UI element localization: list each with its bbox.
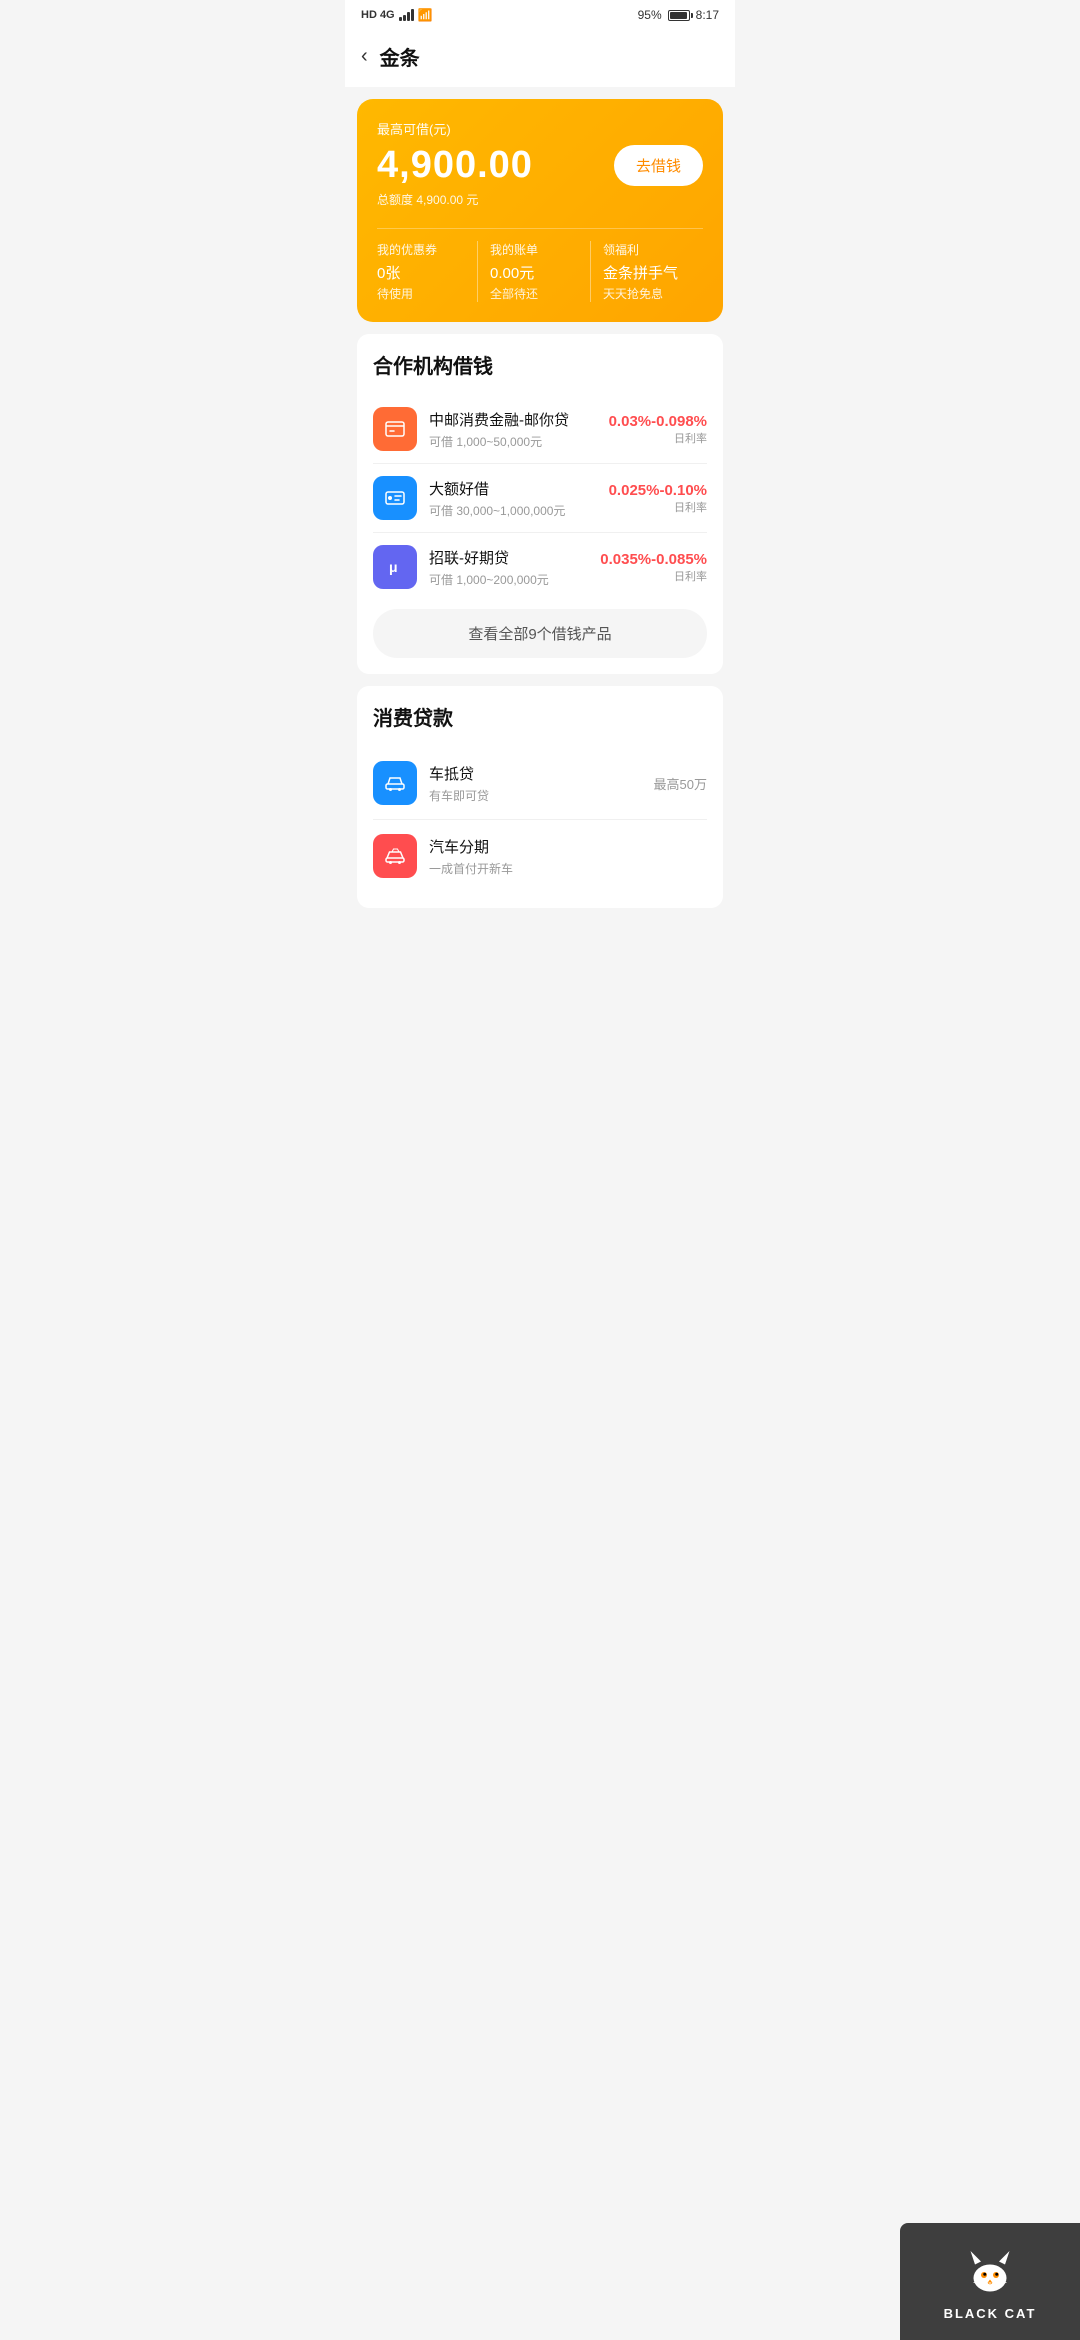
loan-info-dae: 大额好借 可借 30,000~1,000,000元 [429,478,609,519]
stat-welfare[interactable]: 领福利 金条拼手气 天天抢免息 [590,241,703,302]
header: ‹ 金条 [345,30,735,87]
stat-welfare-value: 金条拼手气 [603,262,691,283]
stat-bill-value: 0.00元 [490,262,578,283]
loan-info-zhongyou: 中邮消费金融-邮你贷 可借 1,000~50,000元 [429,409,609,450]
stat-coupons-value: 0张 [377,262,465,283]
borrow-button[interactable]: 去借钱 [614,145,703,186]
status-network: HD 4G 📶 [361,8,433,22]
consumer-icon-car-mortgage [373,761,417,805]
signal-icon [399,9,414,21]
loan-rate-value-1: 0.025%-0.10% [609,482,707,499]
consumer-icon-car-installment [373,834,417,878]
stat-welfare-sub: 天天抢免息 [603,285,691,302]
stat-coupons-title: 我的优惠券 [377,241,465,258]
consumer-section: 消费贷款 车抵贷 有车即可贷 最高50万 [357,686,723,908]
stat-welfare-title: 领福利 [603,241,691,258]
loan-icon-dae [373,476,417,520]
loan-name-0: 中邮消费金融-邮你贷 [429,409,609,430]
hero-card: 最高可借(元) 4,900.00 去借钱 总额度 4,900.00 元 我的优惠… [357,99,723,322]
status-bar: HD 4G 📶 95% 8:17 [345,0,735,30]
blackcat-logo-icon [960,2242,1020,2302]
consumer-section-title: 消费贷款 [373,702,707,731]
clock: 8:17 [696,8,719,22]
consumer-name-1: 汽车分期 [429,836,707,857]
loan-rate-label-2: 日利率 [600,568,707,584]
blackcat-watermark: BLACK CAT [900,2223,1080,2340]
partner-section: 合作机构借钱 中邮消费金融-邮你贷 可借 1,000~50,000元 0.03%… [357,334,723,674]
back-button[interactable]: ‹ [361,45,368,68]
loan-rate-label-0: 日利率 [609,430,707,446]
loan-name-2: 招联-好期贷 [429,547,600,568]
stat-bill[interactable]: 我的账单 0.00元 全部待还 [477,241,590,302]
loan-range-0: 可借 1,000~50,000元 [429,433,609,450]
loan-range-2: 可借 1,000~200,000元 [429,571,600,588]
hero-stats: 我的优惠券 0张 待使用 我的账单 0.00元 全部待还 领福利 金条拼手气 天… [377,241,703,302]
loan-rate-value-2: 0.035%-0.085% [600,551,707,568]
loan-rate-2: 0.035%-0.085% 日利率 [600,551,707,584]
consumer-sub-1: 一成首付开新车 [429,860,707,877]
consumer-max-0: 最高50万 [654,774,707,793]
loan-rate-label-1: 日利率 [609,499,707,515]
consumer-name-0: 车抵贷 [429,763,654,784]
loan-range-1: 可借 30,000~1,000,000元 [429,502,609,519]
stat-bill-sub: 全部待还 [490,285,578,302]
svg-text:μ: μ [389,559,398,575]
stat-bill-title: 我的账单 [490,241,578,258]
loan-rate-value-0: 0.03%-0.098% [609,413,707,430]
view-all-button[interactable]: 查看全部9个借钱产品 [373,609,707,658]
hero-amount: 4,900.00 [377,144,533,187]
consumer-info-car-installment: 汽车分期 一成首付开新车 [429,836,707,877]
consumer-item-car-mortgage[interactable]: 车抵贷 有车即可贷 最高50万 [373,747,707,820]
loan-info-zhaolian: 招联-好期贷 可借 1,000~200,000元 [429,547,600,588]
loan-item-zhaolian[interactable]: μ 招联-好期贷 可借 1,000~200,000元 0.035%-0.085%… [373,533,707,601]
page-title: 金条 [380,42,420,71]
partner-section-title: 合作机构借钱 [373,350,707,379]
battery-icon [668,10,690,21]
consumer-item-car-installment[interactable]: 汽车分期 一成首付开新车 [373,820,707,892]
network-type-label: HD 4G [361,9,395,21]
loan-item-zhongyou[interactable]: 中邮消费金融-邮你贷 可借 1,000~50,000元 0.03%-0.098%… [373,395,707,464]
loan-rate-0: 0.03%-0.098% 日利率 [609,413,707,446]
hero-label: 最高可借(元) [377,119,703,138]
stat-coupons-sub: 待使用 [377,285,465,302]
wifi-icon: 📶 [418,8,433,22]
loan-icon-zhongyou [373,407,417,451]
battery-percent: 95% [638,8,662,22]
loan-icon-zhaolian: μ [373,545,417,589]
blackcat-label: BLACK CAT [944,2306,1037,2321]
loan-rate-1: 0.025%-0.10% 日利率 [609,482,707,515]
loan-item-dae[interactable]: 大额好借 可借 30,000~1,000,000元 0.025%-0.10% 日… [373,464,707,533]
loan-name-1: 大额好借 [429,478,609,499]
consumer-sub-0: 有车即可贷 [429,787,654,804]
hero-divider [377,228,703,229]
stat-coupons[interactable]: 我的优惠券 0张 待使用 [377,241,477,302]
consumer-info-car-mortgage: 车抵贷 有车即可贷 [429,763,654,804]
hero-sublabel: 总额度 4,900.00 元 [377,191,703,208]
status-right: 95% 8:17 [638,8,719,22]
